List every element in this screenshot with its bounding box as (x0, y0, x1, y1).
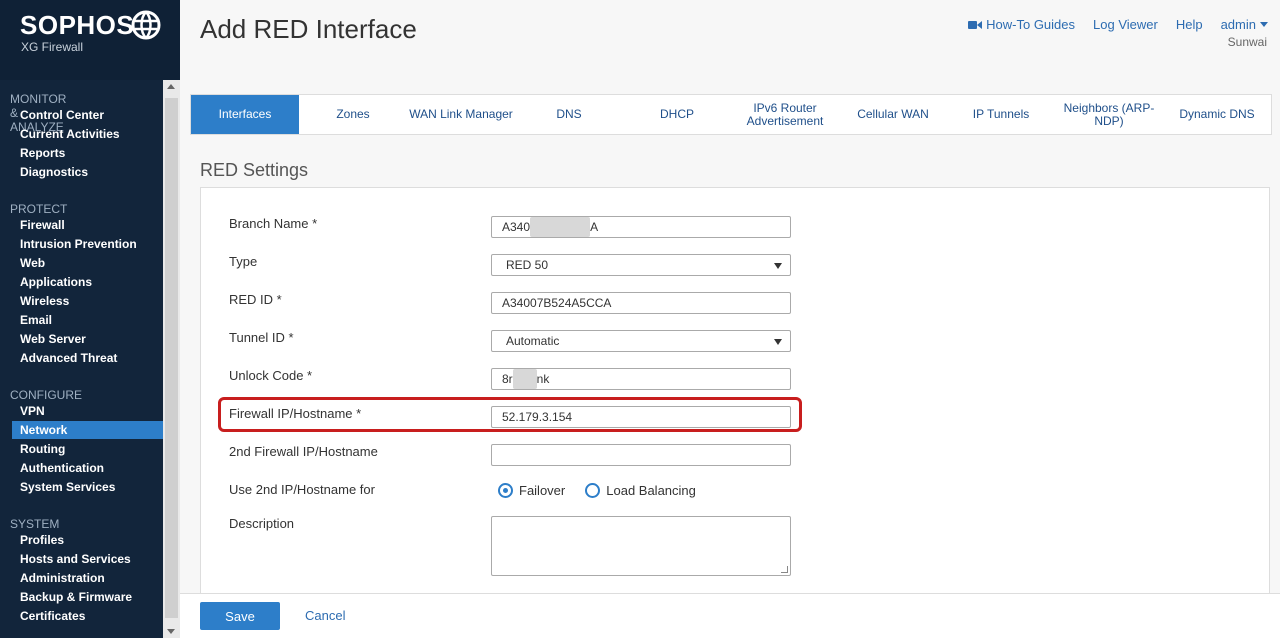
type-label: Type (229, 254, 258, 269)
unlock-code-prefix: 8r (502, 372, 513, 386)
branch-name-suffix: A (590, 220, 599, 234)
tab-wan-link-manager[interactable]: WAN Link Manager (407, 95, 515, 134)
device-name: Sunwai (1227, 35, 1267, 49)
scroll-down-arrow-icon[interactable] (167, 629, 175, 634)
tab-interfaces[interactable]: Interfaces (191, 95, 299, 134)
sidebar-item-profiles[interactable]: Profiles (12, 531, 163, 549)
tab-dns[interactable]: DNS (515, 95, 623, 134)
firewall-ip-input[interactable]: 52.179.3.154 (491, 406, 791, 428)
admin-menu[interactable]: admin (1221, 17, 1268, 32)
type-value: RED 50 (506, 258, 549, 272)
sidebar-item-backup-firmware[interactable]: Backup & Firmware (12, 588, 163, 606)
tunnel-id-select[interactable]: Automatic (491, 330, 791, 352)
sophos-logo: SOPHOS (20, 10, 135, 40)
sidebar-item-wireless[interactable]: Wireless (12, 292, 163, 310)
sidebar-item-diagnostics[interactable]: Diagnostics (12, 163, 163, 181)
sidebar-item-network[interactable]: Network (12, 421, 163, 439)
redacted-text: xxxx (512, 369, 537, 389)
sidebar-item-reports[interactable]: Reports (12, 144, 163, 162)
tab-ip-tunnels[interactable]: IP Tunnels (947, 95, 1055, 134)
sidebar: SOPHOS XG Firewall MONITOR & ANALYZE Cont… (0, 0, 180, 638)
description-textarea[interactable] (491, 516, 791, 576)
sidebar-item-routing[interactable]: Routing (12, 440, 163, 458)
chevron-down-icon (1260, 22, 1268, 27)
nav-section-title: CONFIGURE (10, 388, 82, 402)
branch-name-label: Branch Name * (229, 216, 318, 231)
unlock-code-label: Unlock Code * (229, 368, 313, 383)
help-link[interactable]: Help (1176, 17, 1203, 32)
logo-area: SOPHOS XG Firewall (0, 0, 180, 80)
sidebar-item-web-server[interactable]: Web Server (12, 330, 163, 348)
use-2nd-for-label: Use 2nd IP/Hostname for (229, 482, 375, 497)
page-title: Add RED Interface (200, 14, 417, 44)
sidebar-item-web[interactable]: Web (12, 254, 163, 272)
tunnel-id-label: Tunnel ID * (229, 330, 294, 345)
firewall-ip-label: Firewall IP/Hostname * (229, 406, 362, 421)
scroll-up-arrow-icon[interactable] (167, 84, 175, 89)
failover-radio[interactable] (498, 483, 513, 498)
tab-neighbors-arp-ndp-[interactable]: Neighbors (ARP-NDP) (1055, 95, 1163, 134)
dropdown-arrow-icon (774, 263, 782, 269)
product-name: XG Firewall (21, 40, 84, 54)
sidebar-item-advanced-threat[interactable]: Advanced Threat (12, 349, 163, 367)
how-to-guides-link[interactable]: How-To Guides (968, 17, 1075, 32)
sidebar-item-applications[interactable]: Applications (12, 273, 163, 291)
load-balancing-label[interactable]: Load Balancing (606, 483, 696, 498)
sidebar-item-control-center[interactable]: Control Center (12, 106, 163, 124)
red-id-label: RED ID * (229, 292, 282, 307)
save-button[interactable]: Save (200, 602, 280, 630)
unlock-code-input[interactable]: 8rxxxxnk (491, 368, 791, 390)
network-tabs: Interfaces Zones WAN Link Manager DNS DHCP IP… (190, 94, 1272, 135)
sidebar-scrollbar[interactable] (163, 80, 180, 638)
sidebar-item-certificates[interactable]: Certificates (12, 607, 163, 625)
tab-dhcp[interactable]: DHCP (623, 95, 731, 134)
sidebar-item-email[interactable]: Email (12, 311, 163, 329)
sidebar-item-hosts-and-services[interactable]: Hosts and Services (12, 550, 163, 568)
top-links: How-To Guides Log Viewer Help admin (968, 17, 1268, 32)
branch-name-input[interactable]: A340B524A5CCA (491, 216, 791, 238)
dropdown-arrow-icon (774, 339, 782, 345)
redacted-text: B524A5CC (530, 217, 591, 237)
second-firewall-ip-input[interactable] (491, 444, 791, 466)
description-label: Description (229, 516, 295, 531)
video-camera-icon (968, 20, 983, 30)
sidebar-item-firewall[interactable]: Firewall (12, 216, 163, 234)
branch-name-prefix: A340 (502, 220, 531, 234)
failover-label[interactable]: Failover (519, 483, 565, 498)
tab-dynamic-dns[interactable]: Dynamic DNS (1163, 95, 1271, 134)
tab-ipv6-router-advertisement[interactable]: IPv6 Router Advertisement (731, 95, 839, 134)
sidebar-item-current-activities[interactable]: Current Activities (12, 125, 163, 143)
resize-handle-icon[interactable] (781, 566, 788, 573)
admin-label: admin (1220, 17, 1256, 32)
log-viewer-link[interactable]: Log Viewer (1093, 17, 1158, 32)
sidebar-item-intrusion-prevention[interactable]: Intrusion Prevention (12, 235, 163, 253)
sidebar-item-vpn[interactable]: VPN (12, 402, 163, 420)
tunnel-id-value: Automatic (506, 334, 560, 348)
nav-section-title: PROTECT (10, 202, 68, 216)
tab-zones[interactable]: Zones (299, 95, 407, 134)
sidebar-item-system-services[interactable]: System Services (12, 478, 163, 496)
use-2nd-for-radio-group: Failover Load Balancing (498, 483, 710, 498)
cancel-button[interactable]: Cancel (305, 608, 345, 623)
load-balancing-radio[interactable] (585, 483, 601, 498)
how-to-guides-label: How-To Guides (986, 17, 1076, 32)
red-id-input[interactable]: A34007B524A5CCA (491, 292, 791, 314)
type-select[interactable]: RED 50 (491, 254, 791, 276)
unlock-code-suffix: nk (536, 372, 550, 386)
nav-section-title: SYSTEM (10, 517, 60, 531)
second-firewall-ip-label: 2nd Firewall IP/Hostname (229, 444, 378, 459)
scroll-thumb[interactable] (165, 98, 178, 618)
tab-cellular-wan[interactable]: Cellular WAN (839, 95, 947, 134)
sidebar-item-administration[interactable]: Administration (12, 569, 163, 587)
section-title: RED Settings (200, 160, 309, 180)
sidebar-item-authentication[interactable]: Authentication (12, 459, 163, 477)
globe-icon (131, 10, 161, 40)
